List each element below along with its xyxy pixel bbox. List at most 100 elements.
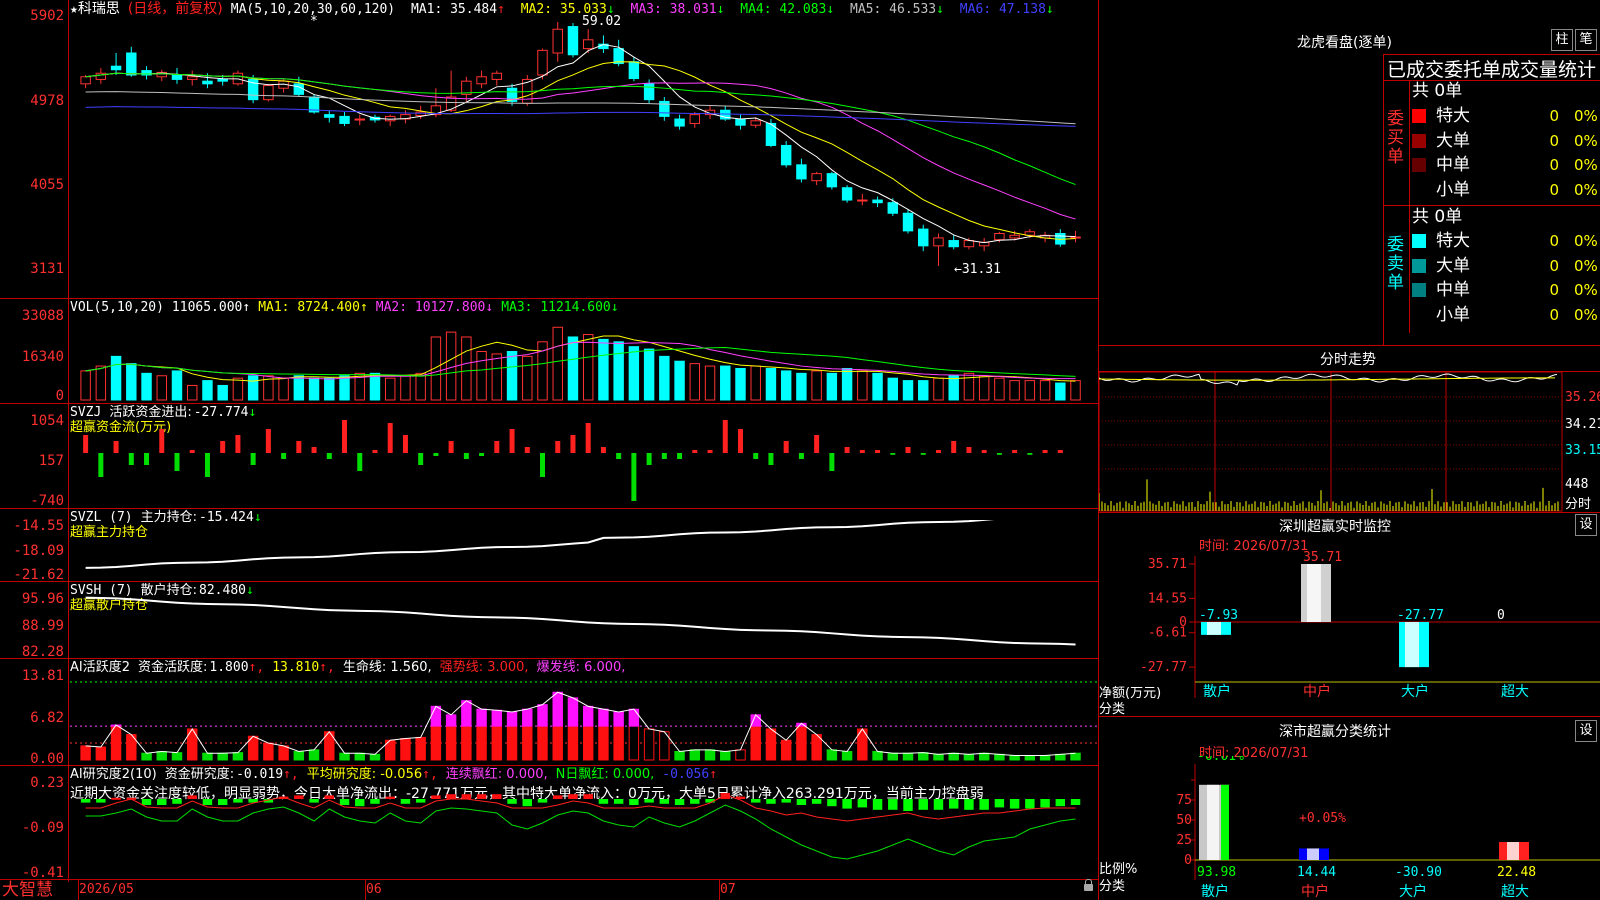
ai1-chart[interactable]: [70, 674, 1098, 764]
volume-bar: [765, 367, 777, 401]
candle-down: [324, 114, 335, 118]
category-color-swatch: [1412, 133, 1426, 148]
volume-bar: [247, 375, 259, 401]
activity-bar: [537, 725, 548, 761]
research-bar: [1040, 799, 1050, 808]
divider: [1099, 345, 1600, 346]
volume-bar: [567, 336, 579, 401]
monitor-category-label: 大户: [1401, 683, 1429, 700]
activity-bar: [613, 725, 624, 761]
research-bar: [857, 799, 868, 808]
classify-bar-highlight: [1507, 842, 1519, 860]
date-tick: [365, 880, 366, 900]
intraday-chart[interactable]: [1099, 372, 1600, 512]
activity-bar: [415, 736, 426, 761]
activity-bar: [735, 749, 746, 761]
category-color-swatch: [1412, 234, 1426, 248]
lock-icon[interactable]: [1084, 879, 1093, 891]
research-bar: [385, 796, 395, 799]
low-price-label: ←31.31: [954, 262, 1001, 277]
svsh-chart[interactable]: [70, 594, 1098, 657]
tick-mode-button[interactable]: 笔: [1575, 29, 1597, 51]
classify-xlabel: 分类: [1099, 879, 1126, 894]
money-flow-bar: [128, 453, 134, 465]
volume-bar: [171, 370, 183, 401]
monitor-settings-button[interactable]: 设: [1575, 514, 1597, 536]
volume-bar: [522, 355, 533, 401]
ai2-value: -0.019: [236, 767, 284, 782]
money-flow-bar: [98, 453, 104, 477]
divider: [1099, 716, 1600, 717]
monitor-bar-highlight: [1207, 622, 1221, 635]
candlestick-chart[interactable]: [70, 18, 1098, 296]
star-icon: ★: [70, 2, 78, 17]
candle-down: [826, 173, 838, 188]
activity-bar: [263, 742, 274, 761]
ai1-arrow2: ↑,: [319, 660, 335, 675]
activity-bar: [902, 752, 914, 761]
volume-chart[interactable]: [70, 314, 1098, 402]
research-bar: [294, 795, 304, 799]
volume-bar: [613, 341, 624, 401]
ai2-red: 连续飘红: 0.000,: [445, 767, 548, 782]
research-bar: [309, 799, 319, 803]
svzj-axis-label: -740: [30, 493, 64, 509]
research-bar: [461, 794, 472, 799]
activity-bar: [369, 753, 381, 761]
research-bar: [507, 799, 517, 804]
activity-bar-top: [613, 711, 624, 727]
divider: [1383, 54, 1384, 346]
svzl-chart[interactable]: [70, 520, 1098, 580]
ai1-title: AI活跃度2: [70, 660, 130, 675]
activity-bar: [339, 752, 350, 761]
money-flow-bar: [494, 441, 500, 453]
research-bar: [918, 799, 928, 810]
money-flow-bar: [555, 441, 561, 453]
activity-bar-top: [461, 700, 472, 727]
ma4-arrow: ↓: [826, 2, 835, 17]
money-flow-bar: [220, 441, 226, 453]
intraday-axis-label: 35.26: [1565, 390, 1600, 405]
period-label: (日线，前复权): [127, 1, 223, 17]
activity-bar: [278, 745, 289, 761]
classify-value-label: -30.90: [1395, 865, 1442, 880]
research-bar: [872, 799, 883, 810]
price-axis-label: 4055: [30, 177, 64, 193]
divider: [0, 581, 1098, 582]
candle-up: [491, 72, 503, 80]
monitor-value-label: 0: [1497, 608, 1505, 623]
bar-mode-button[interactable]: 柱: [1551, 29, 1573, 51]
date-label: 2026/05: [79, 882, 134, 897]
volume-bar: [445, 331, 457, 401]
monitor-axis-label: -27.77: [1140, 660, 1187, 675]
volume-bar: [918, 380, 929, 401]
svzj-chart[interactable]: [70, 420, 1098, 506]
monitor-chart[interactable]: 35.71 14.55 0 -6.61 -27.77 -7.93 散户 35.71 中户 -27.…: [1099, 548, 1600, 714]
vol-ma3: MA3: 11214.600↓: [501, 300, 619, 315]
ma4-value: 42.083: [779, 2, 827, 17]
classify-settings-button[interactable]: 设: [1575, 720, 1597, 742]
money-flow-bar: [357, 453, 363, 471]
candle-down: [902, 212, 914, 232]
candle-up: [476, 76, 487, 85]
classify-category-label: 中户: [1301, 883, 1329, 900]
activity-bar: [445, 725, 457, 761]
research-bar: [141, 799, 152, 805]
main-chart-area[interactable]: ★科瑞思 (日线，前复权) MA(5,10,20,30,60,120) MA1: 3…: [0, 0, 1100, 900]
money-flow-bar: [951, 441, 957, 453]
category-percent: 0%: [1574, 107, 1598, 125]
dragon-tab[interactable]: 已成交委托单成交量统计: [1387, 55, 1596, 82]
ai2-chart[interactable]: [70, 782, 1098, 878]
classify-chart[interactable]: 75 50 25 0 93.98 散户 14.44 中户 -30.90 大户 22.48 超大 -0.0…: [1099, 756, 1600, 900]
activity-bar-top: [445, 714, 457, 727]
activity-bar: [720, 751, 731, 761]
research-bar: [994, 799, 1005, 808]
svzl-axis-label: -14.55: [13, 518, 64, 534]
research-bar: [979, 799, 989, 810]
svzj-label: 活跃资金进出:: [109, 405, 192, 420]
research-bar: [1055, 799, 1066, 807]
candle-down: [643, 83, 655, 101]
monitor-bar-highlight: [1405, 622, 1419, 668]
ai2-label: 资金研究度:: [164, 767, 235, 782]
ma3-arrow: ↓: [716, 2, 725, 17]
